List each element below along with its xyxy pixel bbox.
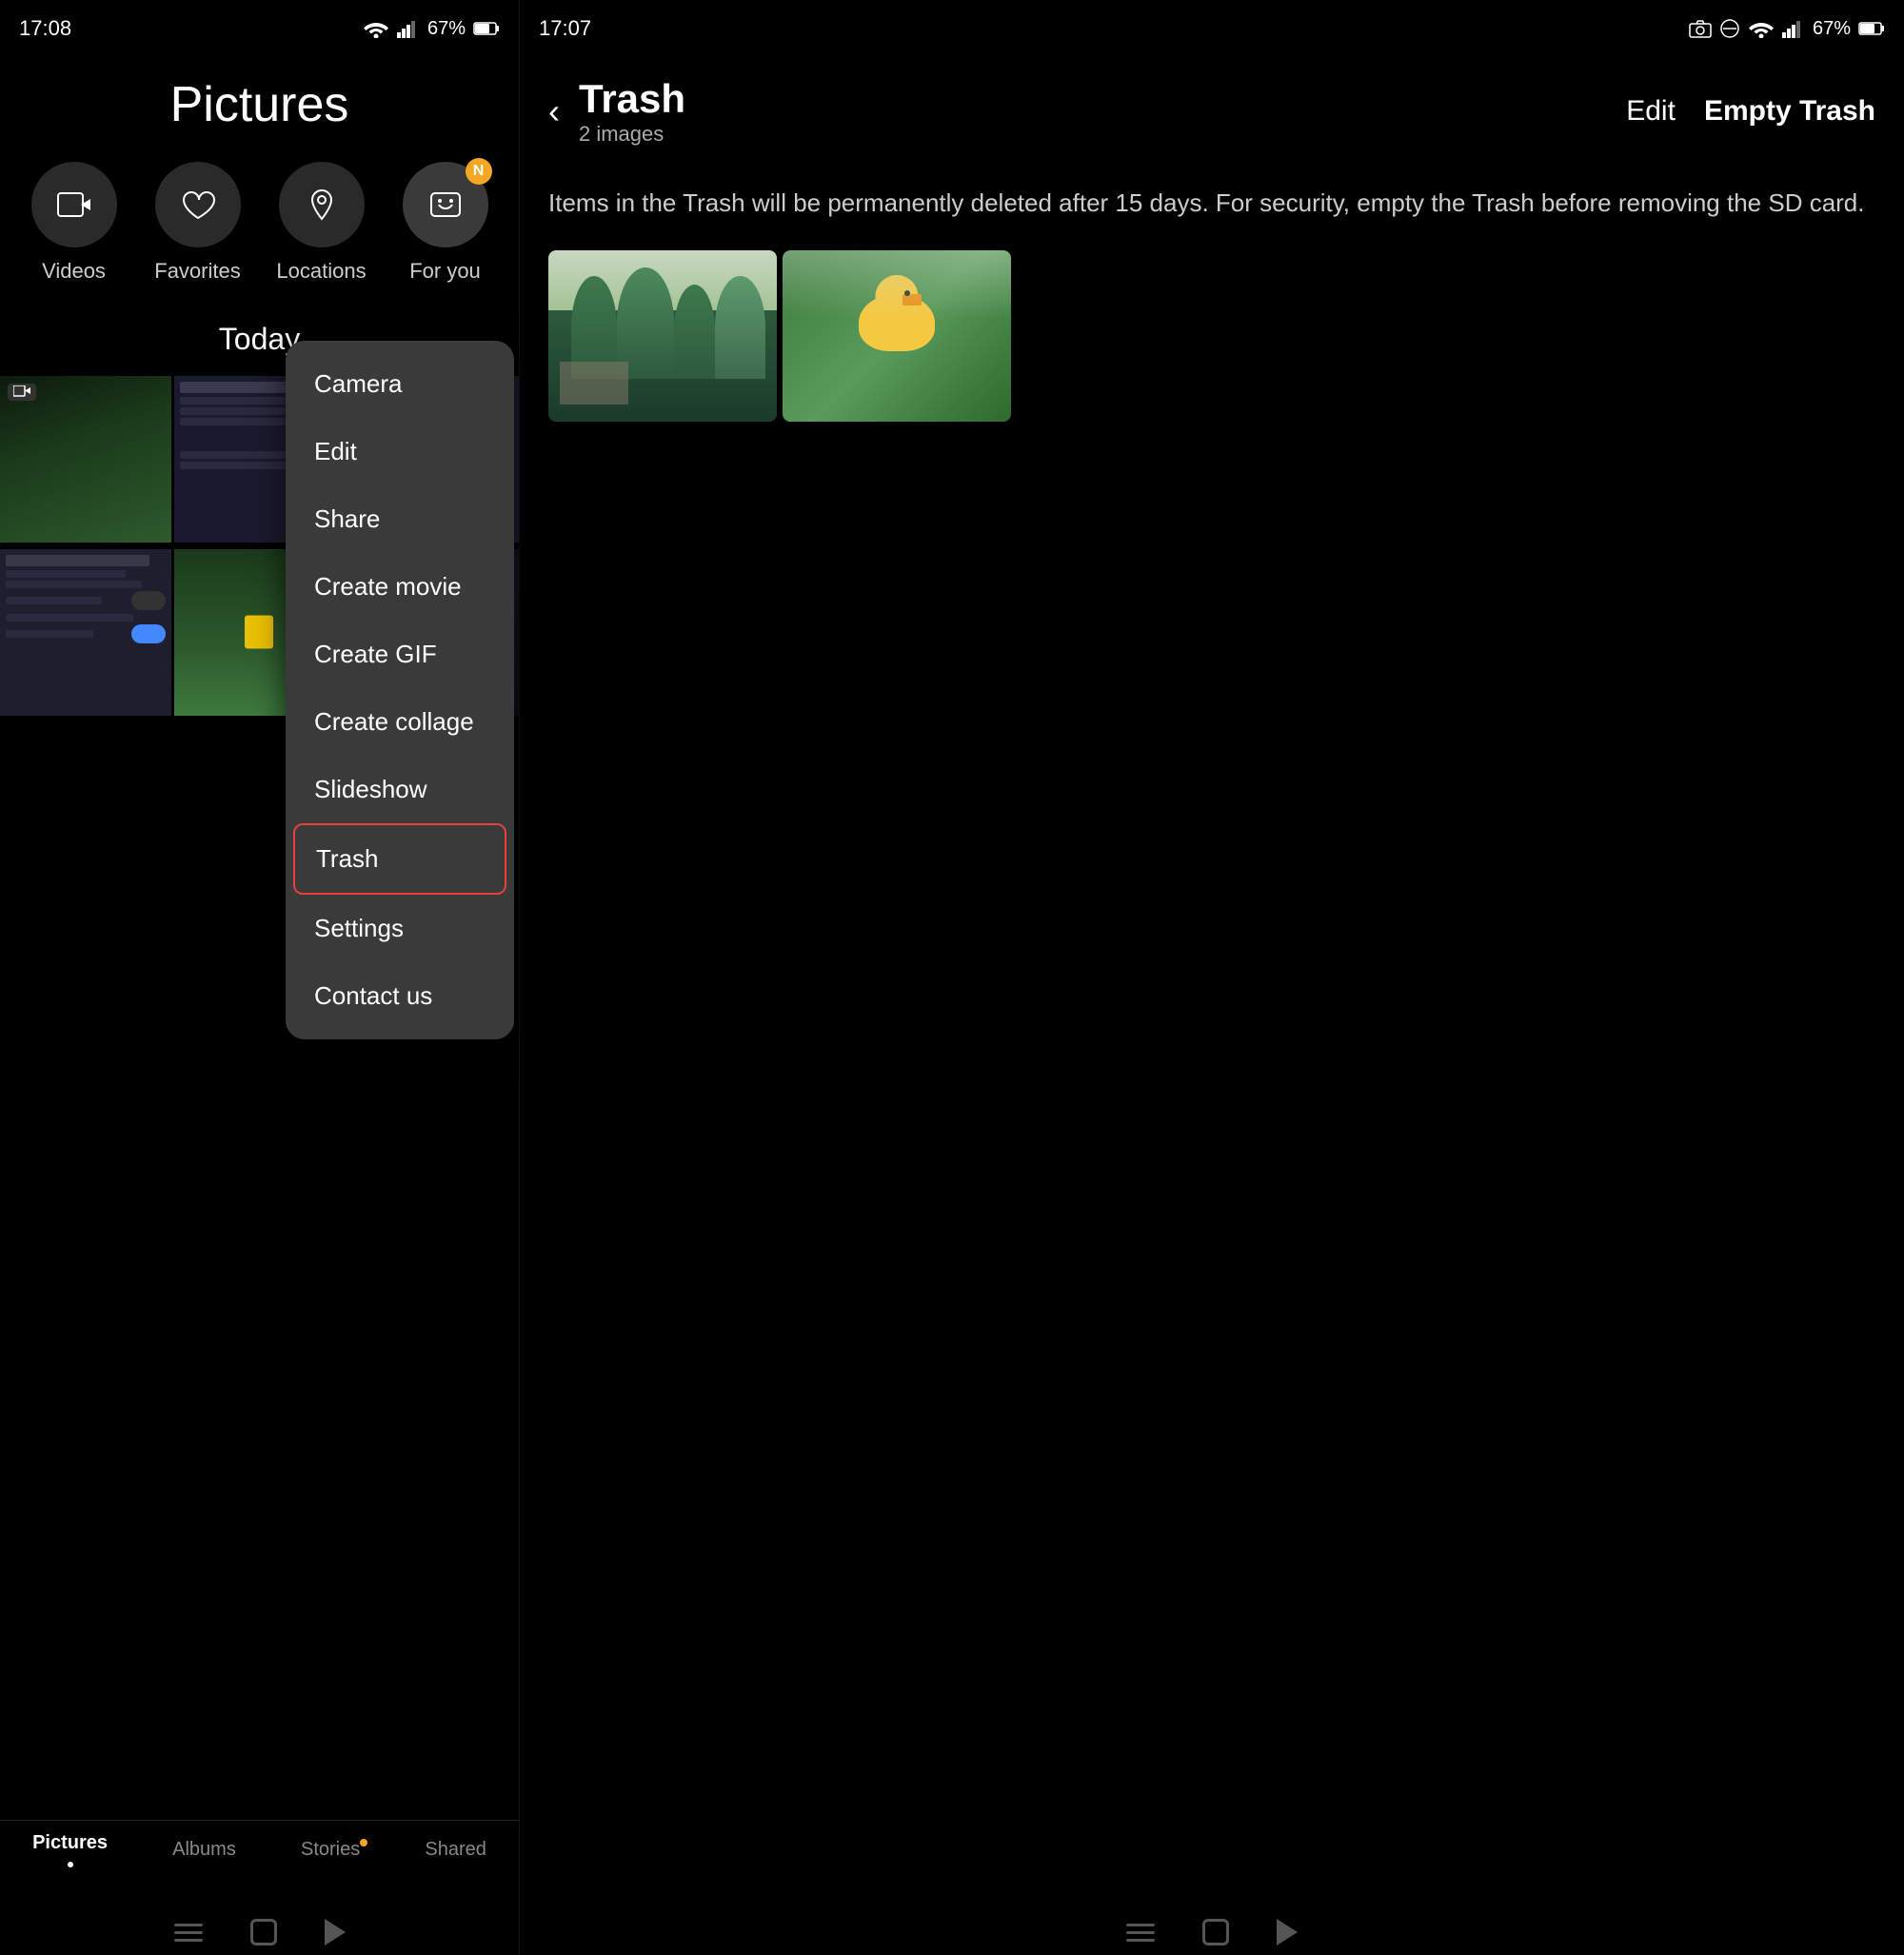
hamburger-icon	[174, 1924, 203, 1942]
battery-icon	[473, 21, 500, 36]
left-battery: 67%	[427, 18, 466, 40]
favorites-label: Favorites	[154, 259, 240, 284]
photo-cell-4[interactable]	[0, 549, 171, 716]
for-you-badge: N	[466, 158, 492, 185]
home-button[interactable]	[250, 1919, 277, 1945]
menu-item-camera[interactable]: Camera	[286, 350, 514, 418]
qa-item-videos[interactable]: Videos	[22, 162, 127, 284]
heart-icon	[179, 186, 217, 224]
locations-icon-wrap	[279, 162, 365, 247]
locations-label: Locations	[276, 259, 366, 284]
trash-title-block: Trash 2 images	[579, 76, 1607, 147]
nav-pictures[interactable]: Pictures	[32, 1832, 108, 1867]
nav-albums[interactable]: Albums	[172, 1839, 236, 1861]
right-battery: 67%	[1813, 18, 1851, 40]
left-panel: 17:08 67% Pictures	[0, 0, 519, 1955]
right-time: 17:07	[539, 16, 591, 41]
trash-image-1[interactable]	[548, 250, 777, 422]
camera-status-icon	[1689, 19, 1712, 38]
qa-item-locations[interactable]: Locations	[269, 162, 374, 284]
nav-shared-label: Shared	[425, 1839, 486, 1861]
left-time: 17:08	[19, 16, 71, 41]
bottom-nav: Pictures Albums Stories Shared	[0, 1820, 519, 1879]
menu-item-create-collage[interactable]: Create collage	[286, 688, 514, 756]
right-wifi-icon	[1748, 19, 1775, 38]
menu-item-trash[interactable]: Trash	[293, 823, 506, 895]
qa-item-for-you[interactable]: N For you	[393, 162, 498, 284]
right-back-button[interactable]	[1277, 1919, 1298, 1945]
stories-dot	[360, 1839, 367, 1846]
nav-pictures-dot	[68, 1862, 73, 1867]
trash-image-2[interactable]	[783, 250, 1011, 422]
nav-pictures-label: Pictures	[32, 1832, 108, 1854]
left-status-bar: 17:08 67%	[0, 0, 519, 57]
empty-trash-button[interactable]: Empty Trash	[1704, 95, 1875, 128]
left-status-icons: 67%	[363, 18, 500, 40]
photo-cell-1[interactable]	[0, 376, 171, 543]
trash-subtitle: 2 images	[579, 122, 1607, 147]
videos-label: Videos	[42, 259, 106, 284]
right-signal-icon	[1782, 19, 1805, 38]
page-title: Pictures	[0, 76, 519, 133]
menu-item-create-gif[interactable]: Create GIF	[286, 621, 514, 688]
menu-item-contact-us[interactable]: Contact us	[286, 962, 514, 1030]
back-arrow-button[interactable]: ‹	[548, 91, 560, 131]
right-status-icons: 67%	[1689, 18, 1885, 40]
nav-albums-label: Albums	[172, 1839, 236, 1861]
back-button[interactable]	[325, 1919, 346, 1945]
dnd-icon	[1719, 18, 1740, 39]
right-home-indicator	[1126, 1919, 1298, 1945]
menu-item-edit[interactable]: Edit	[286, 418, 514, 485]
menu-item-create-movie[interactable]: Create movie	[286, 553, 514, 621]
menu-item-share[interactable]: Share	[286, 485, 514, 553]
trash-notice: Items in the Trash will be permanently d…	[520, 166, 1904, 250]
favorites-icon-wrap	[155, 162, 241, 247]
edit-button[interactable]: Edit	[1626, 95, 1676, 128]
context-menu: Camera Edit Share Create movie Create GI…	[286, 341, 514, 1039]
for-you-label: For you	[409, 259, 481, 284]
location-icon	[303, 186, 341, 224]
header-actions: Edit Empty Trash	[1626, 95, 1875, 128]
right-home-button[interactable]	[1202, 1919, 1229, 1945]
trash-header: ‹ Trash 2 images Edit Empty Trash	[520, 57, 1904, 166]
signal-icon	[397, 19, 420, 38]
for-you-icon-wrap: N	[403, 162, 488, 247]
for-you-icon	[426, 186, 465, 224]
right-battery-icon	[1858, 21, 1885, 36]
quick-access-row: Videos Favorites Locations	[0, 162, 519, 284]
nav-shared[interactable]: Shared	[425, 1839, 486, 1861]
menu-item-slideshow[interactable]: Slideshow	[286, 756, 514, 823]
nav-stories[interactable]: Stories	[301, 1839, 360, 1861]
right-panel: 17:07	[519, 0, 1904, 1955]
trash-title: Trash	[579, 76, 1607, 122]
right-status-bar: 17:07	[520, 0, 1904, 57]
nav-stories-label: Stories	[301, 1839, 360, 1861]
menu-item-settings[interactable]: Settings	[286, 895, 514, 962]
qa-item-favorites[interactable]: Favorites	[146, 162, 250, 284]
right-hamburger-icon	[1126, 1924, 1155, 1942]
video-icon	[55, 186, 93, 224]
videos-icon-wrap	[31, 162, 117, 247]
left-home-indicator	[174, 1919, 346, 1945]
wifi-icon	[363, 19, 389, 38]
trash-images-row	[520, 250, 1904, 422]
